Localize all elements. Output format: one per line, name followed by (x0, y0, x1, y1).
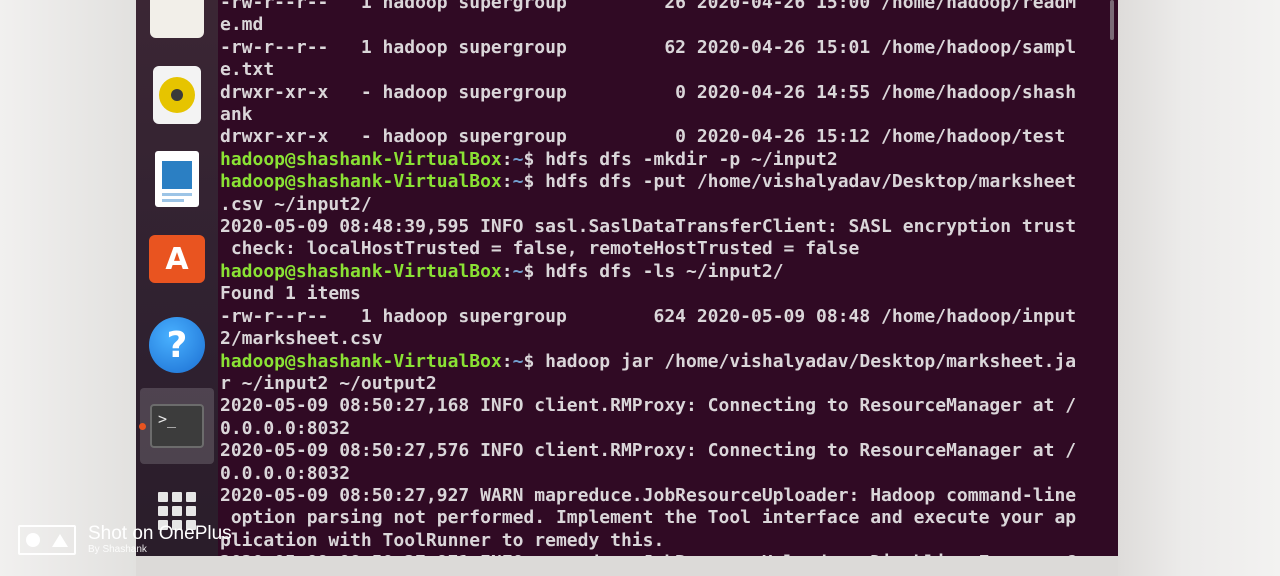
output-text: plication with ToolRunner to remedy this… (220, 529, 665, 551)
terminal-line: 2020-05-09 08:50:27,168 INFO client.RMPr… (220, 395, 1076, 417)
software-launcher[interactable]: A (144, 226, 210, 292)
ubuntu-software-icon: A (149, 235, 205, 283)
prompt-separator: : (501, 171, 513, 193)
output-text: e.md (220, 14, 264, 36)
output-text: 0.0.0.0:8032 (220, 417, 351, 439)
terminal-line: ank (220, 104, 1076, 126)
output-text: ank (220, 104, 253, 126)
watermark-text: Shot on OnePlus (88, 523, 232, 544)
terminal-line: .csv ~/input2/ (220, 194, 1076, 216)
terminal-line: 0.0.0.0:8032 (220, 418, 1076, 440)
terminal-line: 2020-05-09 08:50:27,927 WARN mapreduce.J… (220, 485, 1076, 507)
terminal-icon: >_ (150, 404, 204, 448)
terminal-line: drwxr-xr-x - hadoop supergroup 0 2020-04… (220, 126, 1076, 148)
rhythmbox-launcher[interactable] (144, 62, 210, 128)
terminal-line: 2020-05-09 08:50:27,971 INFO mapreduce.J… (220, 552, 1076, 556)
output-text: e.txt (220, 59, 275, 81)
output-text: 2020-05-09 08:50:27,927 WARN mapreduce.J… (220, 484, 1077, 506)
prompt-path: ~ (512, 148, 524, 170)
output-text: 2/marksheet.csv (220, 328, 383, 350)
prompt-separator: : (501, 260, 513, 282)
files-icon (150, 0, 204, 38)
prompt-user: hadoop@shashank-VirtualBox (220, 260, 502, 282)
prompt-user: hadoop@shashank-VirtualBox (220, 148, 502, 170)
terminal-window[interactable]: -rw-r--r-- 1 hadoop supergroup 26 2020-0… (218, 0, 1118, 556)
output-text: 0.0.0.0:8032 (220, 462, 351, 484)
terminal-line: r ~/input2 ~/output2 (220, 373, 1076, 395)
terminal-launcher[interactable]: >_ (139, 388, 214, 464)
terminal-line: hadoop@shashank-VirtualBox:~$ hadoop jar… (220, 351, 1076, 373)
prompt-path: ~ (512, 350, 524, 372)
terminal-line: -rw-r--r-- 1 hadoop supergroup 26 2020-0… (220, 0, 1076, 14)
photo-bezel-left (0, 0, 136, 576)
terminal-line: hadoop@shashank-VirtualBox:~$ hdfs dfs -… (220, 171, 1076, 193)
terminal-line: 0.0.0.0:8032 (220, 463, 1076, 485)
terminal-line: hadoop@shashank-VirtualBox:~$ hdfs dfs -… (220, 261, 1076, 283)
help-icon: ? (149, 317, 205, 373)
prompt-command: $ hdfs dfs -put /home/vishalyadav/Deskto… (523, 171, 1077, 193)
terminal-line: 2020-05-09 08:50:27,576 INFO client.RMPr… (220, 440, 1076, 462)
prompt-separator: : (501, 350, 513, 372)
terminal-line: 2020-05-09 08:48:39,595 INFO sasl.SaslDa… (220, 216, 1076, 238)
output-text: 2020-05-09 08:50:27,168 INFO client.RMPr… (220, 395, 1077, 417)
photo-bezel-bottom (136, 556, 1118, 576)
output-text: 2020-05-09 08:50:27,576 INFO client.RMPr… (220, 440, 1077, 462)
camera-logo-icon (18, 525, 76, 555)
output-text: 2020-05-09 08:48:39,595 INFO sasl.SaslDa… (220, 216, 1077, 238)
prompt-command: $ hdfs dfs -ls ~/input2/ (523, 260, 784, 282)
output-text: -rw-r--r-- 1 hadoop supergroup 624 2020-… (220, 305, 1077, 327)
output-text: 2020-05-09 08:50:27,971 INFO mapreduce.J… (220, 552, 1076, 556)
output-text: drwxr-xr-x - hadoop supergroup 0 2020-04… (220, 126, 1066, 148)
terminal-output: -rw-r--r-- 1 hadoop supergroup 26 2020-0… (218, 0, 1076, 556)
output-text: -rw-r--r-- 1 hadoop supergroup 62 2020-0… (220, 36, 1077, 58)
rhythmbox-icon (153, 66, 201, 124)
prompt-path: ~ (512, 171, 524, 193)
prompt-user: hadoop@shashank-VirtualBox (220, 171, 502, 193)
terminal-line: Found 1 items (220, 283, 1076, 305)
photo-bezel-right (1118, 0, 1280, 576)
terminal-line: e.md (220, 14, 1076, 36)
output-text: -rw-r--r-- 1 hadoop supergroup 26 2020-0… (220, 0, 1077, 13)
help-launcher[interactable]: ? (144, 312, 210, 378)
camera-watermark: Shot on OnePlus By Shashank (18, 524, 232, 556)
terminal-line: -rw-r--r-- 1 hadoop supergroup 62 2020-0… (220, 37, 1076, 59)
terminal-line: option parsing not performed. Implement … (220, 507, 1076, 529)
running-indicator (139, 423, 146, 430)
terminal-line: hadoop@shashank-VirtualBox:~$ hdfs dfs -… (220, 149, 1076, 171)
terminal-line: e.txt (220, 59, 1076, 81)
output-text: .csv ~/input2/ (220, 193, 372, 215)
prompt-path: ~ (512, 260, 524, 282)
watermark-subtext: By Shashank (88, 544, 147, 555)
prompt-command: $ hadoop jar /home/vishalyadav/Desktop/m… (523, 350, 1077, 372)
prompt-command: $ hdfs dfs -mkdir -p ~/input2 (523, 148, 838, 170)
terminal-line: 2/marksheet.csv (220, 328, 1076, 350)
prompt-user: hadoop@shashank-VirtualBox (220, 350, 502, 372)
libreoffice-writer-icon (155, 151, 199, 207)
launcher-dock: A ? >_ (136, 0, 218, 556)
terminal-scrollbar[interactable] (1110, 0, 1114, 40)
terminal-line: -rw-r--r-- 1 hadoop supergroup 624 2020-… (220, 306, 1076, 328)
terminal-line: check: localHostTrusted = false, remoteH… (220, 238, 1076, 260)
files-launcher[interactable] (144, 0, 210, 60)
output-text: check: localHostTrusted = false, remoteH… (220, 238, 860, 260)
output-text: Found 1 items (220, 283, 361, 305)
prompt-separator: : (501, 148, 513, 170)
writer-launcher[interactable] (144, 146, 210, 212)
output-text: option parsing not performed. Implement … (220, 507, 1077, 529)
terminal-line: plication with ToolRunner to remedy this… (220, 530, 1076, 552)
output-text: drwxr-xr-x - hadoop supergroup 0 2020-04… (220, 81, 1077, 103)
terminal-line: drwxr-xr-x - hadoop supergroup 0 2020-04… (220, 82, 1076, 104)
output-text: r ~/input2 ~/output2 (220, 372, 437, 394)
